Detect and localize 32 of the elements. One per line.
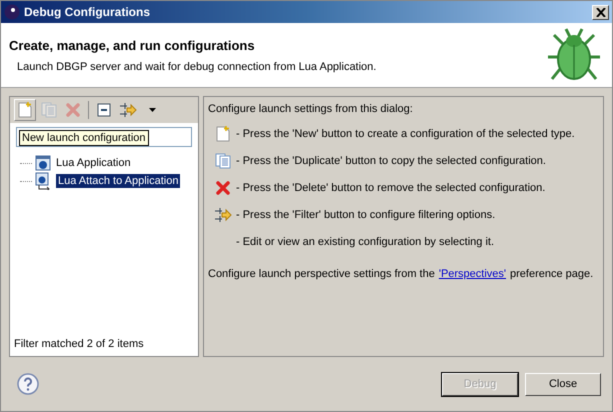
header-title: Create, manage, and run configurations [9, 38, 256, 52]
footer-text: preference page. [510, 268, 594, 280]
close-icon[interactable] [592, 4, 609, 20]
instruction-text: - Press the 'Duplicate' button to copy the selected configuration. [236, 154, 546, 166]
dropdown-caret-icon [148, 108, 156, 112]
filter-status-text: Filter matched 2 of 2 items [13, 337, 145, 352]
instruction-text: - Edit or view an existing configuration by selecting it. [236, 236, 494, 248]
instruction-text: - Press the 'Filter' button to configure filtering options. [236, 208, 496, 220]
application-icon [35, 155, 51, 171]
delete-icon [65, 102, 81, 118]
tooltip: New launch configuration [19, 130, 149, 146]
footer-text: Configure launch perspective settings from the [208, 268, 435, 280]
app-logo-icon [4, 4, 20, 20]
copy-icon [215, 152, 231, 168]
new-toolbar-button[interactable] [14, 99, 36, 121]
perspectives-link[interactable]: 'Perspectives' [438, 268, 506, 280]
new-document-icon [216, 126, 230, 142]
delete-icon [215, 180, 231, 196]
window-title: Debug Configurations [24, 5, 151, 19]
filter-icon [119, 102, 137, 118]
tree-item[interactable]: Lua Attach to Application [56, 174, 180, 188]
instruction-text: - Press the 'New' button to create a configuration of the selected type. [236, 128, 575, 140]
copy-icon [41, 102, 57, 118]
intro-text: Configure launch settings from this dialog: [208, 103, 414, 115]
new-document-icon [18, 102, 32, 118]
dialog-button[interactable]: Close [525, 372, 601, 396]
collapse-all-icon [97, 103, 111, 117]
help-icon[interactable] [17, 373, 39, 395]
filter-icon [214, 206, 232, 222]
instruction-text: - Press the 'Delete' button to remove the selected configuration. [236, 182, 546, 194]
header-message: Launch DBGP server and wait for debug connection from Lua Application. [16, 60, 378, 72]
tree-item[interactable]: Lua Application [54, 156, 133, 170]
